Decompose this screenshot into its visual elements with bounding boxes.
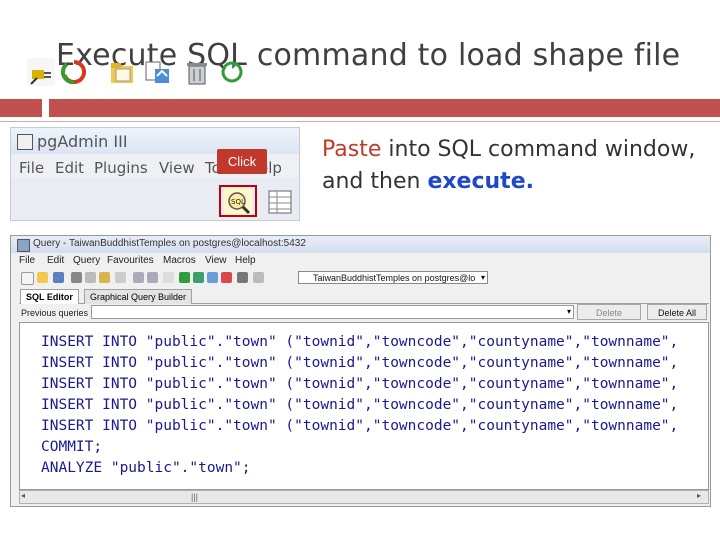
recycle-icon[interactable]	[218, 58, 246, 86]
code-line-2: INSERT INTO "public"."town" ("townid","t…	[41, 355, 679, 371]
qmenu-file[interactable]: File	[19, 255, 35, 266]
code-line-6: COMMIT;	[41, 439, 103, 455]
qmenu-edit[interactable]: Edit	[47, 255, 64, 266]
query-window: Query - TaiwanBuddhistTemples on postgre…	[10, 235, 711, 507]
query-window-icon	[17, 239, 30, 252]
tab-sql-editor[interactable]: SQL Editor	[20, 289, 79, 304]
chevron-down-icon[interactable]: ▾	[564, 306, 574, 318]
scroll-left-icon[interactable]: ◂	[21, 491, 25, 500]
code-line-4: INSERT INTO "public"."town" ("townid","t…	[41, 397, 679, 413]
undo-icon[interactable]	[133, 272, 144, 283]
title-rule-right	[49, 99, 720, 117]
delete-all-button[interactable]: Delete All	[647, 304, 707, 320]
copy-icon[interactable]	[85, 272, 96, 283]
menu-plugins[interactable]: Plugins	[94, 159, 148, 177]
previous-queries-label: Previous queries	[21, 308, 89, 318]
find-icon[interactable]	[163, 272, 174, 283]
title-rule-left	[0, 99, 42, 117]
qmenu-help[interactable]: Help	[235, 255, 256, 266]
delete-button[interactable]: Delete	[577, 304, 641, 320]
grid-icon[interactable]	[266, 188, 294, 216]
redo-icon[interactable]	[147, 272, 158, 283]
execute-highlight: execute.	[427, 169, 534, 194]
code-line-3: INSERT INTO "public"."town" ("townid","t…	[41, 376, 679, 392]
execute-to-file-icon[interactable]	[207, 272, 218, 283]
plug-icon[interactable]	[27, 58, 55, 86]
scroll-right-icon[interactable]: ▸	[697, 491, 701, 500]
properties-icon[interactable]	[143, 58, 171, 86]
scroll-grip-icon[interactable]: |||	[191, 492, 198, 502]
query-title: Query - TaiwanBuddhistTemples on postgre…	[33, 238, 306, 249]
execute-icon[interactable]	[179, 272, 190, 283]
database-selector[interactable]: TaiwanBuddhistTemples on postgres@lo	[298, 271, 488, 284]
click-callout: Click	[217, 149, 267, 174]
qmenu-view[interactable]: View	[205, 255, 227, 266]
menu-file[interactable]: File	[19, 159, 44, 177]
qmenu-favourites[interactable]: Favourites	[107, 255, 154, 266]
previous-queries-select[interactable]	[91, 305, 574, 319]
save-icon[interactable]	[53, 272, 64, 283]
code-line-1: INSERT INTO "public"."town" ("townid","t…	[41, 334, 679, 350]
qmenu-query[interactable]: Query	[73, 255, 100, 266]
help-icon[interactable]	[253, 272, 264, 283]
paste-icon[interactable]	[99, 272, 110, 283]
cancel-query-icon[interactable]	[237, 272, 248, 283]
trash-icon[interactable]	[183, 58, 211, 86]
tab-graphical-query-builder[interactable]: Graphical Query Builder	[84, 289, 193, 304]
refresh-icon[interactable]	[60, 58, 88, 86]
code-line-7: ANALYZE "public"."town";	[41, 460, 251, 476]
explain-icon[interactable]	[221, 272, 232, 283]
execute-pgscript-icon[interactable]	[193, 272, 204, 283]
pgadmin-app-icon	[17, 134, 33, 150]
cut-icon[interactable]	[71, 272, 82, 283]
menu-edit[interactable]: Edit	[55, 159, 84, 177]
open-icon[interactable]	[37, 272, 48, 283]
code-line-5: INSERT INTO "public"."town" ("townid","t…	[41, 418, 679, 434]
instruction-text: Paste into SQL command window, and then …	[322, 134, 702, 198]
paste-highlight: Paste	[322, 137, 382, 162]
menu-view[interactable]: View	[159, 159, 195, 177]
new-icon[interactable]	[21, 272, 34, 285]
horizontal-scrollbar[interactable]	[19, 490, 709, 504]
clear-icon[interactable]	[115, 272, 126, 283]
folder-icon[interactable]	[108, 58, 136, 86]
pgadmin-title: pgAdmin III	[37, 132, 128, 151]
qmenu-macros[interactable]: Macros	[163, 255, 196, 266]
sql-button-highlight	[219, 185, 257, 217]
title-rule-line	[0, 121, 720, 122]
chevron-down-icon[interactable]: ▾	[478, 271, 488, 284]
